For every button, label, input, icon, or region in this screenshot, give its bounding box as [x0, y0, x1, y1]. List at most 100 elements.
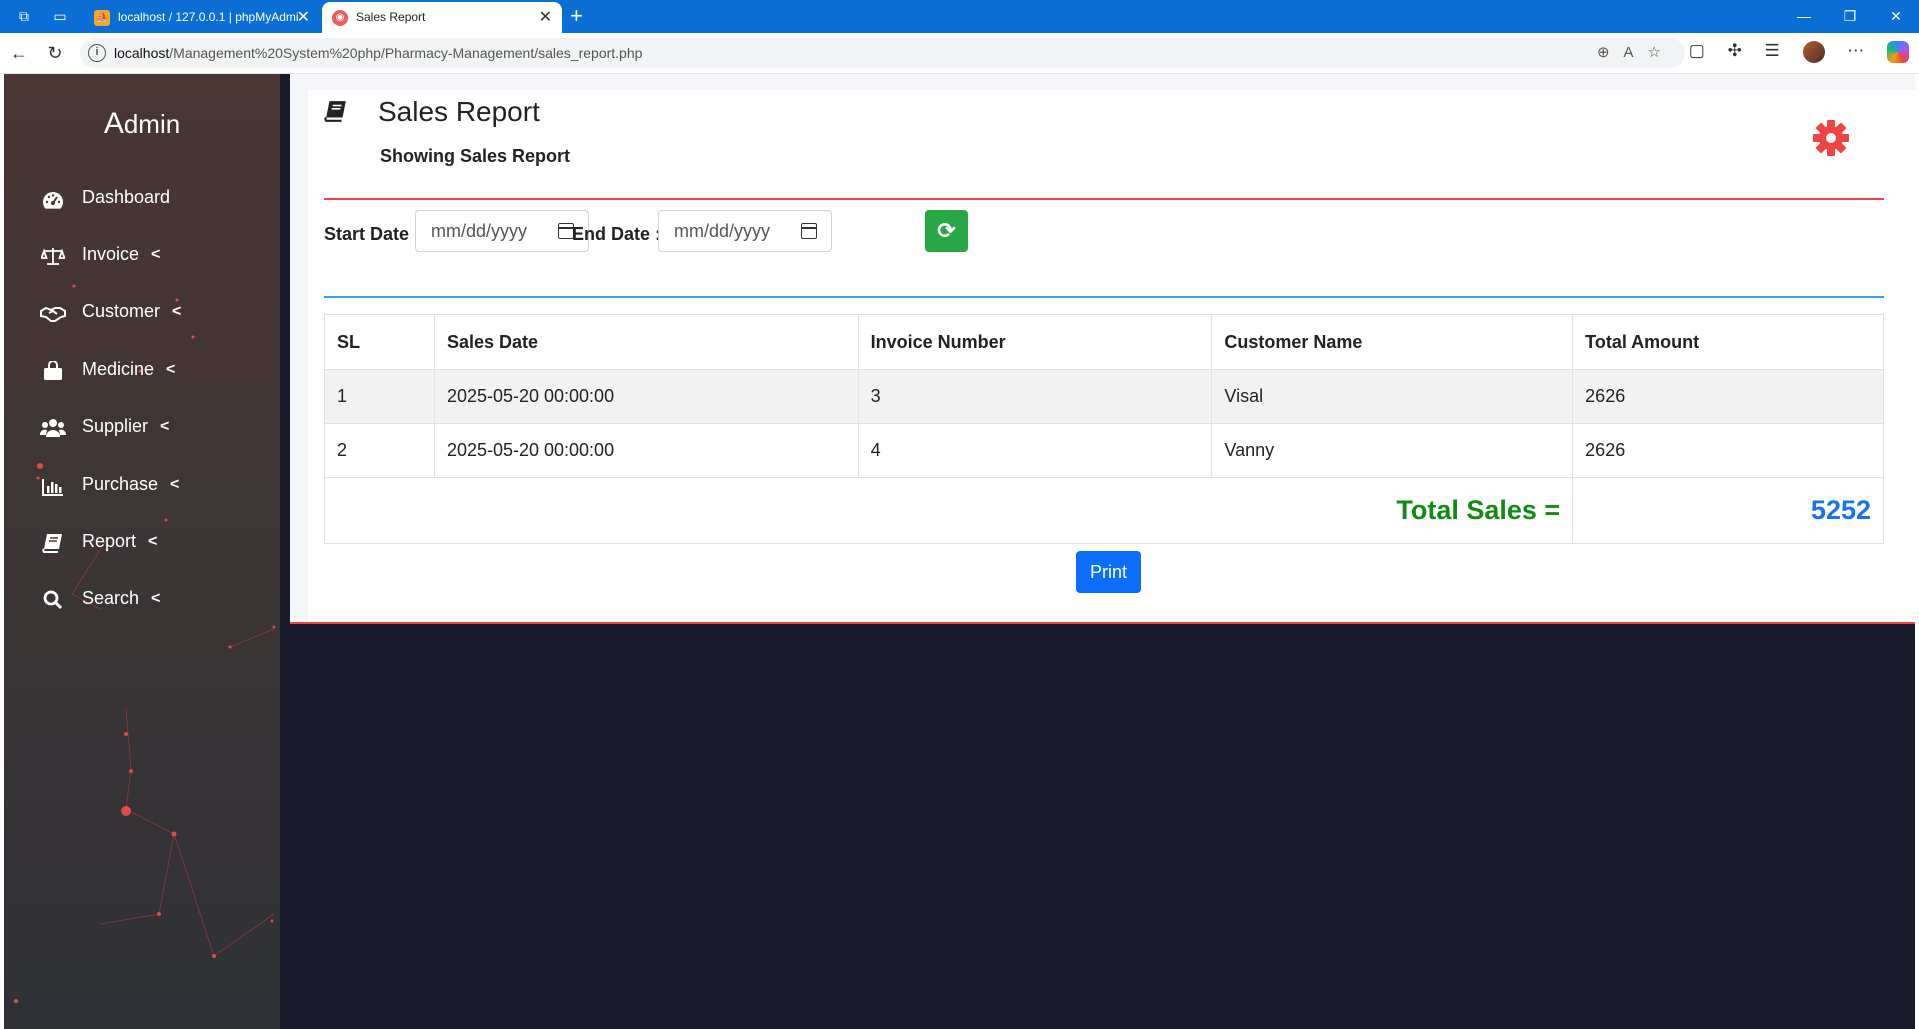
- close-window-icon[interactable]: ✕: [1873, 0, 1919, 33]
- table-row: 1 2025-05-20 00:00:00 3 Visal 2626: [324, 369, 1884, 424]
- sidebar-item-label: Report: [82, 531, 137, 551]
- book-icon: [40, 532, 66, 554]
- sidebar-item-label: Dashboard: [82, 187, 171, 207]
- users-icon: [39, 417, 67, 438]
- tab-sales-report[interactable]: ◉ Sales Report ✕: [322, 2, 562, 33]
- sidebar-item-label: Purchase: [82, 474, 159, 494]
- close-tab-icon[interactable]: ✕: [539, 2, 552, 33]
- restore-icon[interactable]: ❐: [1827, 0, 1873, 33]
- sales-report-card: Sales Report Showing Sales Report Start …: [290, 90, 1915, 624]
- sidebar-item-dashboard[interactable]: Dashboard: [40, 182, 170, 212]
- address-toolbar: ← ↻ i localhost/Management%20System%20ph…: [0, 33, 1919, 74]
- table-header-row: SL Sales Date Invoice Number Customer Na…: [324, 314, 1884, 370]
- url-bar[interactable]: i localhost/Management%20System%20php/Ph…: [80, 38, 1685, 68]
- sidebar: Admin Dashboard Invoice < Customer < Medic…: [4, 74, 280, 1029]
- read-aloud-icon[interactable]: A: [1624, 44, 1648, 61]
- chevron-left-icon: <: [151, 246, 161, 264]
- sidebar-item-label: Medicine: [82, 359, 155, 379]
- total-sales-value: 5252: [1572, 477, 1884, 544]
- table-cell: Vanny: [1211, 423, 1574, 478]
- extensions-icon[interactable]: ✣: [1728, 41, 1742, 61]
- url-actions: ⊕A☆: [1597, 43, 1675, 61]
- chevron-left-icon: <: [160, 418, 170, 436]
- sidebar-item-label: Search: [82, 588, 140, 608]
- search-icon: [40, 589, 66, 610]
- copilot-icon[interactable]: [1887, 41, 1909, 63]
- shopping-bag-icon: [40, 360, 66, 381]
- sidebar-item-label: Customer: [82, 301, 161, 321]
- tab-actions-icon[interactable]: ▭: [50, 6, 70, 26]
- tab-title: localhost / 127.0.0.1 | phpMyAdmi: [118, 10, 299, 24]
- column-header: SL: [324, 314, 435, 370]
- column-header: Sales Date: [433, 314, 859, 370]
- column-header: Customer Name: [1211, 314, 1574, 370]
- sidebar-item-report[interactable]: Report <: [40, 526, 157, 556]
- page-subtitle: Showing Sales Report: [380, 146, 571, 166]
- sidebar-item-invoice[interactable]: Invoice <: [40, 239, 160, 269]
- chevron-left-icon: <: [166, 361, 176, 379]
- table-cell: 4: [857, 423, 1213, 478]
- site-favicon-icon: ◉: [332, 10, 348, 26]
- browser-titlebar: ⧉ ▭ ⛵ localhost / 127.0.0.1 | phpMyAdmi …: [0, 0, 1919, 33]
- zoom-icon[interactable]: ⊕: [1597, 44, 1624, 61]
- print-button[interactable]: Print: [1076, 551, 1141, 593]
- handshake-icon: [40, 302, 66, 323]
- minimize-icon[interactable]: —: [1781, 0, 1827, 33]
- tab-phpmyadmin[interactable]: ⛵ localhost / 127.0.0.1 | phpMyAdmi ✕: [84, 2, 320, 33]
- sidebar-item-label: Invoice: [82, 244, 140, 264]
- workspaces-icon[interactable]: ⧉: [14, 6, 34, 26]
- sidebar-item-search[interactable]: Search <: [40, 583, 160, 613]
- end-date-placeholder: mm/dd/yyyy: [674, 221, 771, 241]
- refresh-button[interactable]: ⟳: [925, 210, 968, 252]
- sidebar-item-customer[interactable]: Customer <: [40, 296, 181, 326]
- sidebar-item-purchase[interactable]: Purchase <: [40, 469, 179, 499]
- divider: [324, 296, 1884, 298]
- total-row: Total Sales = 5252: [323, 477, 1884, 544]
- chevron-left-icon: <: [148, 533, 158, 551]
- table-cell: 3: [857, 369, 1213, 424]
- chevron-left-icon: <: [172, 303, 182, 321]
- chevron-left-icon: <: [170, 476, 180, 494]
- divider: [290, 622, 1915, 624]
- more-menu-icon[interactable]: ⋯: [1847, 41, 1864, 61]
- table-cell: 2: [324, 423, 435, 478]
- refresh-icon[interactable]: ↻: [44, 42, 66, 64]
- table-cell: 2626: [1572, 423, 1884, 478]
- back-icon[interactable]: ←: [8, 42, 30, 64]
- dashboard-icon: [40, 188, 66, 209]
- new-tab-icon[interactable]: +: [570, 4, 583, 28]
- gear-icon[interactable]: [1811, 118, 1851, 158]
- end-date-label: End Date :: [572, 224, 662, 244]
- page-body: Admin Dashboard Invoice < Customer < Medic…: [4, 74, 1915, 1029]
- table-cell: 1: [324, 369, 435, 424]
- phpmyadmin-favicon-icon: ⛵: [94, 10, 110, 26]
- sales-table: SL Sales Date Invoice Number Customer Na…: [323, 314, 1884, 544]
- favorites-icon[interactable]: ☰: [1765, 41, 1780, 61]
- profile-avatar[interactable]: [1802, 41, 1825, 63]
- site-info-icon[interactable]: i: [88, 44, 106, 62]
- browser-toolbar-right: ▢ ✣ ☰ ⋯: [1671, 41, 1909, 63]
- start-date-input[interactable]: mm/dd/yyyy: [415, 210, 589, 252]
- start-date-placeholder: mm/dd/yyyy: [431, 221, 528, 241]
- end-date-input[interactable]: mm/dd/yyyy: [658, 210, 832, 252]
- column-header: Total Amount: [1572, 314, 1884, 370]
- bar-chart-icon: [40, 475, 66, 497]
- url-host: localhost: [114, 45, 170, 61]
- scale-icon: [40, 245, 66, 266]
- sidebar-item-supplier[interactable]: Supplier <: [39, 411, 170, 441]
- brand-rest: dmin: [123, 109, 181, 139]
- sidebar-item-medicine[interactable]: Medicine <: [40, 354, 175, 384]
- brand-initial: A: [103, 107, 124, 140]
- sidebar-item-label: Supplier: [82, 416, 149, 436]
- table-cell: 2025-05-20 00:00:00: [433, 369, 859, 424]
- split-screen-icon[interactable]: ▢: [1689, 41, 1705, 61]
- url-text[interactable]: localhost/Management%20System%20php/Phar…: [114, 38, 642, 68]
- url-path: /Management%20System%20php/Pharmacy-Mana…: [169, 45, 643, 61]
- refresh-icon: ⟳: [937, 218, 956, 243]
- total-sales-label: Total Sales =: [323, 477, 1574, 544]
- calendar-icon[interactable]: [801, 223, 817, 239]
- book-icon: [324, 100, 348, 128]
- column-header: Invoice Number: [857, 314, 1213, 370]
- close-tab-icon[interactable]: ✕: [297, 2, 310, 33]
- tab-title: Sales Report: [356, 10, 426, 24]
